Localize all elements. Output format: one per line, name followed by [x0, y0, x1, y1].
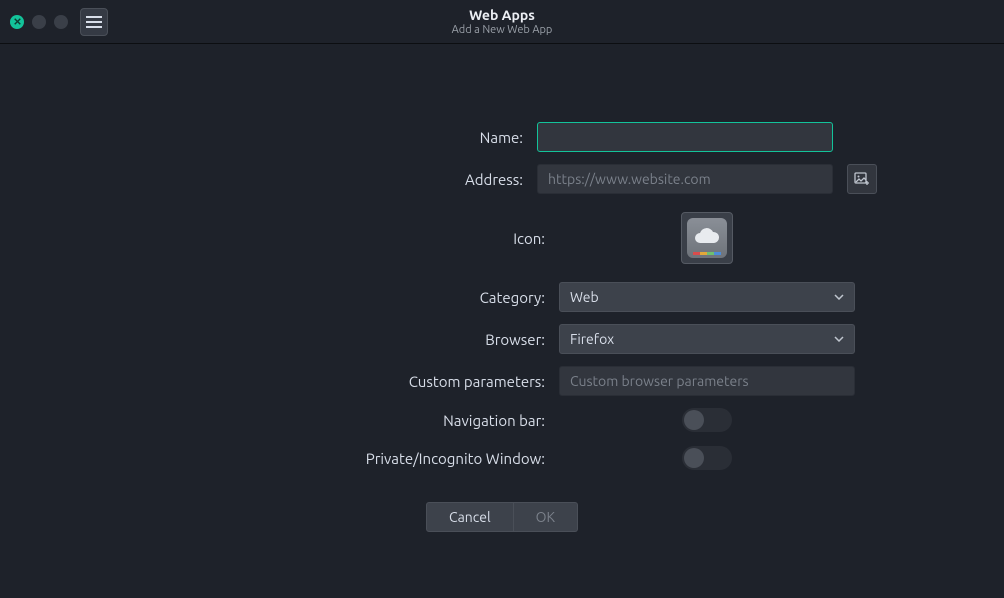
titlebar: Web Apps Add a New Web App: [0, 0, 1004, 44]
browser-value: Firefox: [570, 331, 614, 347]
name-input[interactable]: [537, 122, 833, 152]
browser-label: Browser:: [149, 331, 559, 348]
private-label: Private/Incognito Window:: [149, 450, 559, 467]
cloud-icon: [692, 228, 722, 248]
row-icon: Icon:: [149, 212, 855, 264]
category-label: Category:: [149, 289, 559, 306]
window-subtitle: Add a New Web App: [452, 24, 553, 36]
row-category: Category: Web: [149, 282, 855, 312]
image-add-icon: [854, 171, 870, 187]
chevron-down-icon: [834, 336, 844, 342]
private-toggle[interactable]: [682, 446, 732, 470]
switch-knob: [684, 448, 704, 468]
row-address: Address:: [127, 164, 877, 194]
name-label: Name:: [127, 129, 537, 146]
nav-bar-toggle[interactable]: [682, 408, 732, 432]
ok-button[interactable]: OK: [514, 502, 578, 532]
minimize-window-button[interactable]: [32, 15, 46, 29]
row-browser: Browser: Firefox: [149, 324, 855, 354]
form: Name: Address: Icon:: [0, 122, 1004, 532]
nav-bar-label: Navigation bar:: [149, 412, 559, 429]
address-label: Address:: [127, 171, 537, 188]
custom-params-label: Custom parameters:: [149, 373, 559, 390]
chevron-down-icon: [834, 294, 844, 300]
custom-params-input[interactable]: [559, 366, 855, 396]
row-name: Name:: [127, 122, 877, 152]
row-private: Private/Incognito Window:: [149, 446, 855, 470]
hamburger-icon: [86, 16, 102, 28]
cancel-button[interactable]: Cancel: [426, 502, 514, 532]
row-custom-params: Custom parameters:: [149, 366, 855, 396]
browser-select[interactable]: Firefox: [559, 324, 855, 354]
category-select[interactable]: Web: [559, 282, 855, 312]
fetch-favicon-button[interactable]: [847, 164, 877, 194]
icon-label: Icon:: [149, 230, 559, 247]
switch-knob: [684, 410, 704, 430]
maximize-window-button[interactable]: [54, 15, 68, 29]
window-controls: [10, 15, 68, 29]
close-window-button[interactable]: [10, 15, 24, 29]
address-input[interactable]: [537, 164, 833, 194]
button-row: Cancel OK: [426, 502, 578, 532]
category-value: Web: [570, 289, 599, 305]
app-icon-preview: [687, 218, 727, 258]
title-block: Web Apps Add a New Web App: [452, 7, 553, 36]
window-title: Web Apps: [452, 7, 553, 23]
menu-button[interactable]: [80, 8, 108, 36]
icon-picker-button[interactable]: [681, 212, 733, 264]
row-nav-bar: Navigation bar:: [149, 408, 855, 432]
